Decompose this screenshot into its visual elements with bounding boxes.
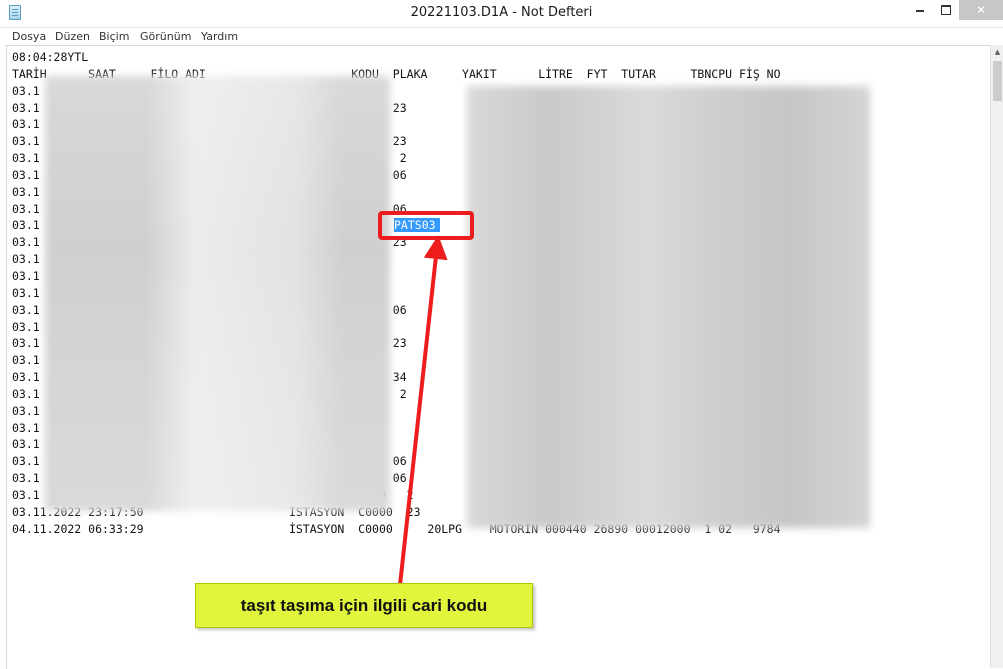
callout-box: taşıt taşıma için ilgili cari kodu: [195, 583, 533, 628]
annotation-arrow: [398, 235, 448, 586]
arrow-line: [398, 235, 448, 586]
